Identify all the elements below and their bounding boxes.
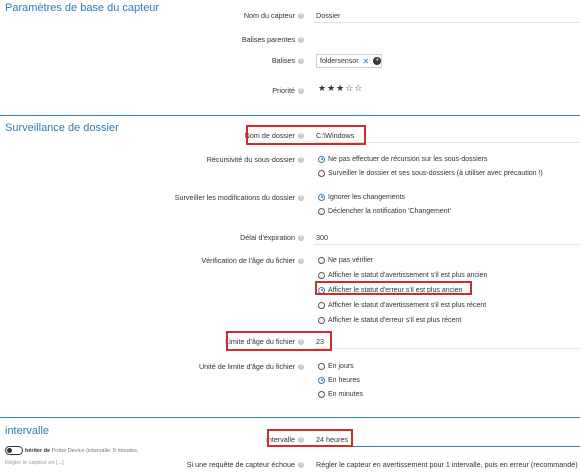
radio-option-label: Ne pas effectuer de récursion sur les so… [328,155,488,163]
section-title-interval: intervalle [5,425,50,437]
info-icon[interactable]: ? [298,157,304,163]
radio-unchecked-icon[interactable] [318,301,325,309]
star-icon[interactable]: ☆ [354,83,362,93]
error-label: Si une requête de capteur échoue? [186,460,304,469]
tag-add-icon[interactable]: + [373,57,381,65]
radio-option-label: En heures [328,376,360,384]
radio-unchecked-icon[interactable] [318,271,325,279]
timeout-input[interactable]: 300 [316,233,328,242]
star-icon[interactable]: ★ [336,83,344,93]
radio-option-label: Ignorer les changements [328,193,406,201]
radio-unchecked-icon[interactable] [318,316,325,324]
priority-stars[interactable]: ★★★☆☆ [318,83,363,94]
section-divider [0,115,580,116]
radio-option-label: En jours [328,362,354,370]
radio-option[interactable]: Déclencher la notification 'Changement' [318,206,451,216]
radio-option[interactable]: En jours [318,361,354,371]
radio-option[interactable]: En minutes [318,389,363,399]
radio-checked-icon[interactable] [318,155,325,163]
section-title-folder: Surveillance de dossier [5,122,119,134]
radio-option-label: En minutes [328,390,364,398]
radio-option[interactable]: Surveiller le dossier et ses sous-dossie… [318,168,543,178]
timeout-label: Délai d'expiration? [240,233,304,242]
parent-tags-label: Balises parentes? [241,35,304,44]
radio-option-label: Ne pas vérifier [328,256,374,264]
tags-input[interactable]: foldersensor ✕ + [316,54,382,68]
highlight-folder-name [246,125,366,145]
radio-option-label: Afficher le statut d'erreur s'il est plu… [328,316,462,324]
tag-chip-label: foldersensor [320,57,359,65]
tag-remove-icon[interactable]: ✕ [363,57,370,66]
priority-label: Priorité? [272,86,304,95]
inherit-text: hériter de Probe Device (intervalle: 5 m… [25,448,139,454]
info-icon[interactable]: ? [298,364,304,370]
highlight-interval [267,429,353,447]
changes-label: Surveiller les modifications du dossier? [174,193,304,202]
radio-checked-icon[interactable] [318,193,325,201]
info-icon[interactable]: ? [298,195,304,201]
radio-option[interactable]: En heures [318,375,360,385]
radio-option[interactable]: Afficher le statut d'avertissement s'il … [318,270,487,280]
section-title-basic: Paramètres de base du capteur [5,2,160,14]
radio-option[interactable]: Ne pas effectuer de récursion sur les so… [318,154,487,164]
info-icon[interactable]: ? [298,58,304,64]
error-select[interactable]: Régler le capteur en avertissement pour … [316,460,578,469]
info-icon[interactable]: ? [298,235,304,241]
radio-option-label: Afficher le statut d'avertissement s'il … [328,301,487,309]
section-divider [0,417,580,418]
info-icon[interactable]: ? [298,13,304,19]
highlight-age-check [315,281,472,295]
radio-option-label: Déclencher la notification 'Changement' [328,207,451,215]
age-unit-label: Unité de limite d'âge du fichier? [198,362,304,371]
radio-unchecked-icon[interactable] [318,256,325,264]
tags-label: Balises? [271,56,304,65]
info-icon[interactable]: ? [298,37,304,43]
radio-option-label: Afficher le statut d'avertissement s'il … [328,271,488,279]
radio-unchecked-icon[interactable] [318,169,325,177]
info-icon[interactable]: ? [298,258,304,264]
radio-option[interactable]: Ne pas vérifier [318,255,373,265]
radio-option-label: Surveiller le dossier et ses sous-dossie… [328,169,543,177]
radio-option[interactable]: Afficher le statut d'avertissement s'il … [318,300,486,310]
info-icon[interactable]: ? [298,88,304,94]
recursion-label: Récursivité du sous-dossier? [206,155,304,164]
sensor-name-underline [314,22,580,23]
inherit-subtext: Régler le capteur en [...] [5,460,64,466]
radio-option[interactable]: Afficher le statut d'erreur s'il est plu… [318,315,461,325]
timeout-underline [314,244,580,245]
radio-option[interactable]: Ignorer les changements [318,192,405,202]
info-icon[interactable]: ? [298,462,304,468]
radio-checked-icon[interactable] [318,376,325,384]
radio-unchecked-icon[interactable] [318,362,325,370]
radio-unchecked-icon[interactable] [318,207,325,215]
star-icon[interactable]: ☆ [345,83,353,93]
sensor-name-label: Nom du capteur? [243,11,304,20]
age-check-label: Vérification de l'âge du fichier? [201,256,304,265]
inherit-toggle-icon[interactable] [5,446,23,455]
highlight-age-limit [226,331,332,351]
age-limit-underline [314,348,580,349]
star-icon[interactable]: ★ [327,83,335,93]
interval-underline [314,446,580,447]
star-icon[interactable]: ★ [318,83,326,93]
radio-unchecked-icon[interactable] [318,390,325,398]
sensor-name-input[interactable]: Dossier [316,11,340,20]
